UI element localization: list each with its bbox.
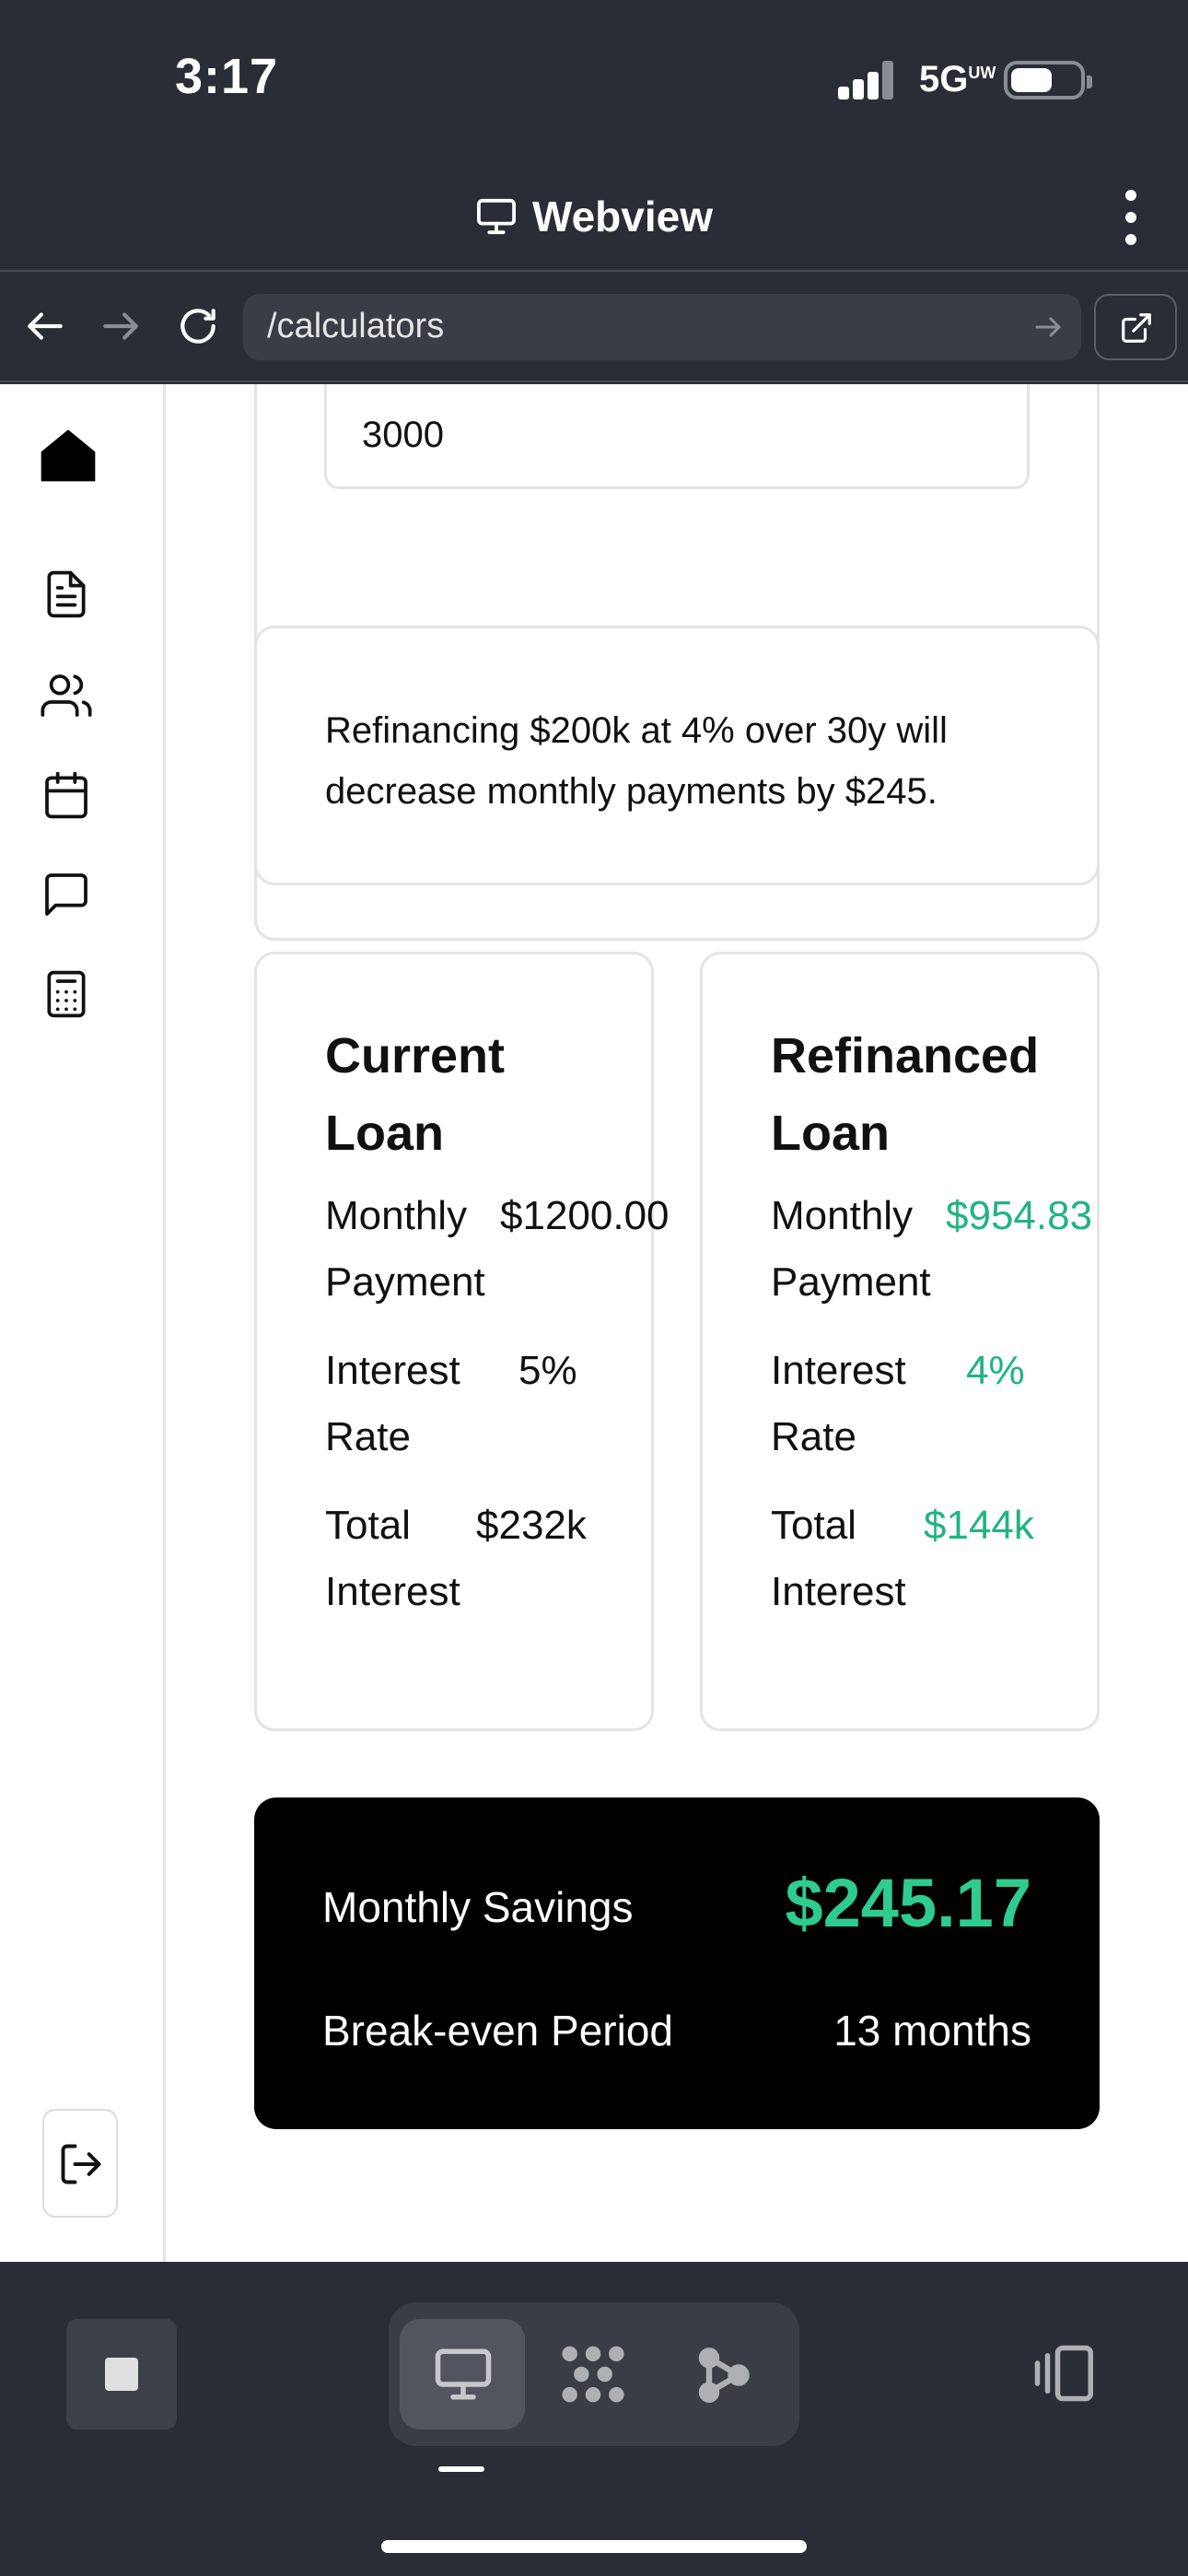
summary-card: Refinancing $200k at 4% over 30y will de… <box>254 626 1100 885</box>
reload-icon[interactable] <box>175 303 221 349</box>
status-time: 3:17 <box>175 49 279 104</box>
desktop-view-button[interactable] <box>400 2319 525 2430</box>
summary-text: Refinancing $200k at 4% over 30y will de… <box>325 710 948 812</box>
monitor-icon <box>435 2348 492 2400</box>
current-monthly-payment: $1200.00 <box>500 1193 670 1238</box>
logout-button[interactable] <box>42 2109 118 2218</box>
total-interest-label: Total Interest <box>325 1503 460 1614</box>
monitor-icon <box>477 198 516 235</box>
total-interest-label: Total Interest <box>771 1503 906 1614</box>
battery-icon <box>1004 61 1092 100</box>
monthly-savings-label: Monthly Savings <box>322 1883 634 1931</box>
url-text: /calculators <box>267 307 445 345</box>
active-tab-indicator <box>438 2466 484 2472</box>
amount-input[interactable] <box>324 384 1030 489</box>
monthly-payment-label: Monthly Payment <box>771 1193 931 1305</box>
stop-icon <box>105 2358 138 2391</box>
current-loan-title: Current Loan <box>325 1028 506 1161</box>
home-icon[interactable] <box>39 425 98 484</box>
open-external-button[interactable] <box>1094 294 1177 360</box>
interest-rate-label: Interest Rate <box>325 1348 460 1459</box>
chat-icon[interactable] <box>41 869 92 920</box>
refinanced-loan-card: Refinanced Loan Monthly Payment $954.83 … <box>700 952 1100 1731</box>
monthly-payment-label: Monthly Payment <box>325 1193 485 1305</box>
refi-interest-rate: 4% <box>966 1348 1025 1393</box>
url-field[interactable]: /calculators <box>243 294 1081 360</box>
break-even-value: 13 months <box>833 2007 1031 2055</box>
back-icon[interactable] <box>22 303 68 349</box>
current-total-interest: $232k <box>476 1503 587 1548</box>
dots-grid-icon <box>562 2346 624 2403</box>
current-interest-rate: 5% <box>518 1348 577 1393</box>
window-title: Webview <box>532 193 713 240</box>
sidebar <box>0 384 166 2262</box>
interest-rate-label: Interest Rate <box>771 1348 906 1459</box>
monthly-savings-value: $245.17 <box>785 1865 1032 1941</box>
bottom-toolbar <box>0 2262 1188 2576</box>
calendar-icon[interactable] <box>41 769 92 821</box>
stop-button[interactable] <box>66 2319 177 2430</box>
current-loan-card: Current Loan Monthly Payment $1200.00 In… <box>254 952 670 1731</box>
view-mode-selector <box>389 2302 799 2446</box>
savings-card: Monthly Savings $245.17 Break-even Perio… <box>254 1797 1100 2129</box>
home-indicator <box>381 2540 807 2553</box>
node-graph-icon <box>698 2348 750 2403</box>
logout-icon <box>61 2144 101 2184</box>
go-arrow-icon[interactable] <box>1031 310 1065 344</box>
refi-total-interest: $144k <box>924 1503 1034 1548</box>
forward-icon[interactable] <box>98 303 144 349</box>
refinanced-loan-title: Refinanced Loan <box>771 1028 1040 1161</box>
calculator-icon[interactable] <box>41 968 92 1020</box>
app-content: Refinancing $200k at 4% over 30y will de… <box>0 384 1188 2262</box>
document-icon[interactable] <box>41 568 92 620</box>
rotate-device-icon[interactable] <box>1030 2343 1096 2404</box>
external-link-icon <box>1122 313 1151 343</box>
grid-view-button[interactable] <box>530 2319 656 2430</box>
users-icon[interactable] <box>41 670 92 721</box>
more-menu-icon[interactable] <box>1122 190 1140 245</box>
refi-monthly-payment: $954.83 <box>946 1193 1093 1238</box>
url-bar: /calculators <box>0 274 1188 382</box>
network-label: 5GUW <box>919 59 996 100</box>
break-even-label: Break-even Period <box>322 2007 673 2055</box>
title-bar: Webview <box>0 157 1188 272</box>
status-bar: 3:17 5GUW <box>0 0 1188 157</box>
graph-view-button[interactable] <box>661 2319 786 2430</box>
signal-icon <box>838 61 895 100</box>
